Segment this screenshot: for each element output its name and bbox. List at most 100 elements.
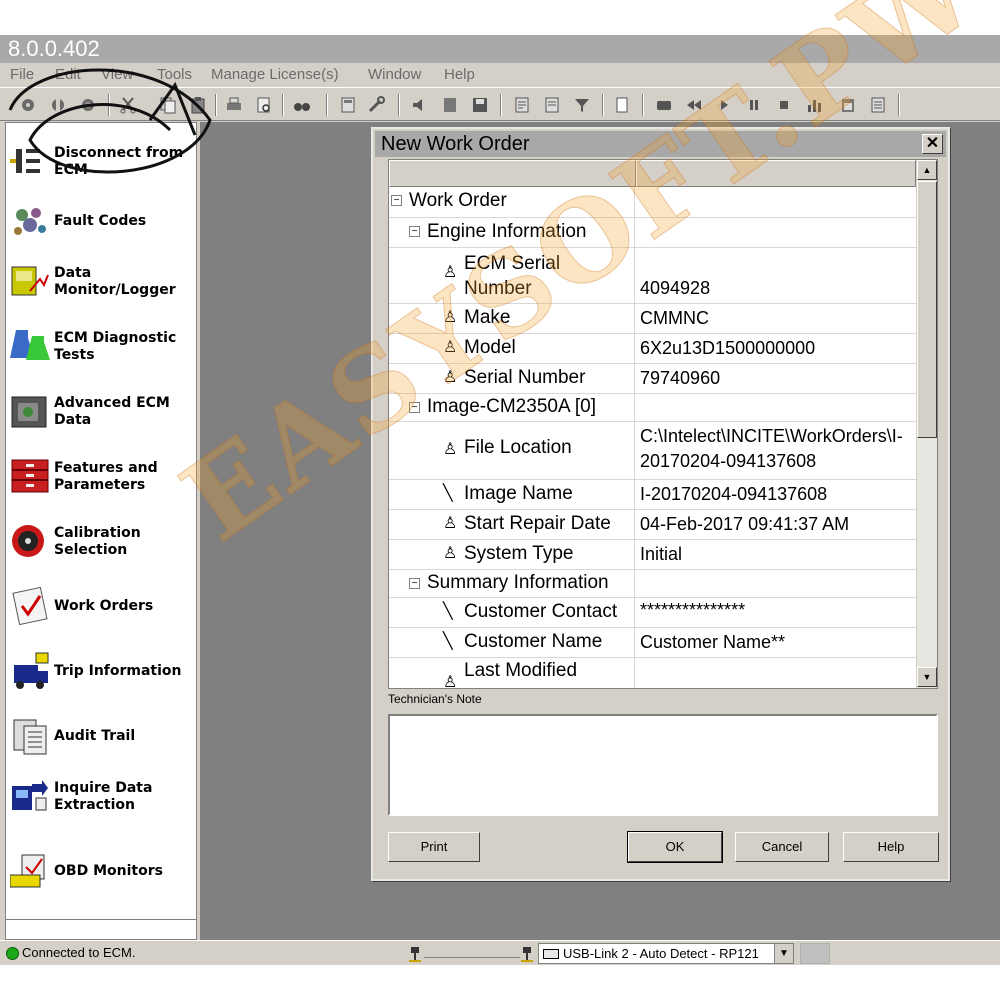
tree-row[interactable]: ♙ Last Modified (389, 658, 916, 688)
tree-row[interactable]: − Image-CM2350A [0] (389, 394, 916, 422)
connect-icon[interactable] (18, 95, 38, 115)
calculator-icon[interactable] (338, 95, 358, 115)
sidebar-item-diagnostic-tests[interactable]: ECM Diagnostic Tests (6, 318, 196, 378)
settings-tool-icon[interactable] (78, 95, 98, 115)
tree-row[interactable]: ♙ File Location C:\Intelect\INCITE\WorkO… (389, 422, 916, 480)
sidebar-item-audit-trail[interactable]: Audit Trail (6, 708, 196, 768)
tools-icon[interactable] (366, 95, 386, 115)
stop-icon[interactable] (774, 95, 794, 115)
sidebar-item-inquire-data[interactable]: Inquire Data Extraction (6, 768, 196, 828)
sidebar-item-calibration[interactable]: Calibration Selection (6, 513, 196, 573)
print-preview-icon[interactable] (254, 95, 274, 115)
toolbar-separator (500, 94, 502, 116)
sidebar-footer (6, 919, 196, 939)
sidebar-item-label: Data Monitor/Logger (54, 265, 176, 298)
collapse-icon[interactable]: − (391, 195, 402, 206)
rewind-icon[interactable] (684, 95, 704, 115)
sidebar-item-features-parameters[interactable]: Features and Parameters (6, 448, 196, 508)
tree-row[interactable]: ♙ Model 6X2u13D1500000000 (389, 334, 916, 364)
key-icon: ╲ (443, 633, 453, 650)
property-grid: − Work Order − Engine Information ♙ ECM … (388, 159, 938, 689)
tree-row[interactable]: ♙ Start Repair Date 04-Feb-2017 09:41:37… (389, 510, 916, 540)
tree-row-value (640, 570, 916, 597)
sidebar-item-data-monitor[interactable]: Data Monitor/Logger (6, 253, 196, 313)
notepad-icon[interactable] (868, 95, 888, 115)
pause-icon[interactable] (744, 95, 764, 115)
tree-row[interactable]: ♙ Serial Number 79740960 (389, 364, 916, 394)
chart-icon[interactable] (804, 95, 824, 115)
tree-row-name: − Work Order (389, 187, 635, 217)
menu-tools[interactable]: Tools (157, 66, 192, 83)
save-icon[interactable] (470, 95, 490, 115)
ok-button[interactable]: OK (627, 831, 723, 863)
chevron-down-icon[interactable]: ▼ (774, 944, 793, 963)
copy-icon[interactable] (158, 95, 178, 115)
find-icon[interactable] (292, 95, 312, 115)
disconnect-tool-icon[interactable] (48, 95, 68, 115)
menu-manage-licenses[interactable]: Manage License(s) (211, 66, 339, 83)
help-button[interactable]: Help (843, 832, 939, 862)
vertical-scrollbar[interactable]: ▲ ▼ (916, 160, 937, 688)
paste-icon[interactable] (188, 95, 208, 115)
tree-row[interactable]: − Engine Information (389, 218, 916, 248)
tree-row[interactable]: − Summary Information (389, 570, 916, 598)
scroll-thumb[interactable] (917, 181, 937, 438)
tree-label: System Type (464, 543, 574, 564)
menu-help[interactable]: Help (444, 66, 475, 83)
report-icon[interactable] (512, 95, 532, 115)
document-icon[interactable] (440, 95, 460, 115)
tree-row-value: C:\Intelect\INCITE\WorkOrders\I-20170204… (640, 422, 916, 479)
play-icon[interactable] (714, 95, 734, 115)
menu-file[interactable]: File (10, 66, 34, 83)
calendar-icon[interactable] (838, 95, 858, 115)
tree-row[interactable]: ╲ Image Name I-20170204-094137608 (389, 480, 916, 510)
record-icon[interactable] (654, 95, 674, 115)
sidebar-item-advanced-ecm[interactable]: Advanced ECM Data (6, 383, 196, 443)
close-button[interactable]: ✕ (922, 134, 943, 154)
person-icon: ♙ (443, 441, 458, 458)
tree-row[interactable]: ♙ Make CMMNC (389, 304, 916, 334)
collapse-icon[interactable]: − (409, 402, 420, 413)
scroll-down-icon[interactable]: ▼ (917, 667, 937, 687)
menu-view[interactable]: View (101, 66, 133, 83)
scroll-up-icon[interactable]: ▲ (917, 160, 937, 180)
sidebar-item-label: Fault Codes (54, 213, 147, 229)
tree-row[interactable]: ╲ Customer Contact *************** (389, 598, 916, 628)
dialog-title: New Work Order (381, 133, 530, 155)
print-icon[interactable] (224, 95, 244, 115)
sidebar-item-disconnect[interactable]: Disconnect from ECM (6, 133, 196, 193)
toolbar-separator (398, 94, 400, 116)
tree-row[interactable]: − Work Order (389, 187, 916, 218)
menu-window[interactable]: Window (368, 66, 421, 83)
print-button[interactable]: Print (388, 832, 480, 862)
toolbar (0, 87, 1000, 121)
sidebar-item-trip-information[interactable]: Trip Information (6, 643, 196, 703)
new-page-icon[interactable] (612, 95, 632, 115)
speaker-icon[interactable] (410, 95, 430, 115)
cancel-button[interactable]: Cancel (735, 832, 829, 862)
sidebar: Disconnect from ECM Fault Codes Data Mon… (5, 122, 197, 940)
grid-header-value[interactable] (636, 160, 916, 187)
cut-icon[interactable] (118, 95, 138, 115)
person-icon: ♙ (443, 339, 458, 356)
filter-icon[interactable] (572, 95, 592, 115)
report-list-icon[interactable] (542, 95, 562, 115)
collapse-icon[interactable]: − (409, 578, 420, 589)
tree-row-name: ♙ Make (389, 304, 635, 333)
sidebar-item-work-orders[interactable]: Work Orders (6, 578, 196, 638)
tree-row-name: − Image-CM2350A [0] (389, 394, 635, 421)
tree-row[interactable]: ♙ System Type Initial (389, 540, 916, 570)
adapter-select[interactable]: USB-Link 2 - Auto Detect - RP121 ▼ (538, 943, 794, 964)
dialog-title-bar[interactable]: New Work Order ✕ (375, 131, 946, 157)
tech-note-textarea[interactable] (388, 714, 938, 816)
tree-row-name: ♙ Serial Number (389, 364, 635, 393)
tree-row[interactable]: ♙ ECM Serial Number 4094928 (389, 248, 916, 304)
collapse-icon[interactable]: − (409, 226, 420, 237)
sidebar-item-obd-monitors[interactable]: OBD Monitors (6, 843, 196, 903)
tree-label: Last Modified (464, 660, 578, 681)
tree-row-value: 4094928 (640, 248, 916, 303)
grid-header-name[interactable] (389, 160, 636, 187)
menu-edit[interactable]: Edit (55, 66, 81, 83)
sidebar-item-fault-codes[interactable]: Fault Codes (6, 193, 196, 253)
tree-row[interactable]: ╲ Customer Name Customer Name** (389, 628, 916, 658)
